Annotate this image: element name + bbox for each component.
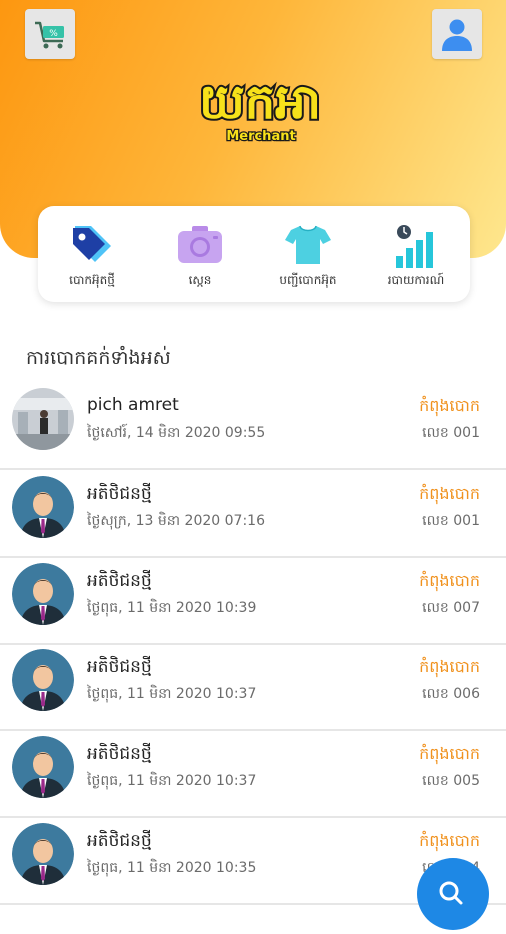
status-label: កំពុងបោក bbox=[419, 657, 480, 676]
customer-name: អតិថិជនថ្មី bbox=[87, 744, 152, 764]
avatar-default bbox=[12, 823, 74, 885]
status-label: កំពុងបោក bbox=[419, 396, 480, 415]
camera-icon bbox=[178, 226, 222, 263]
list-item[interactable]: អតិថិជនថ្មី ថ្ងៃពុធ, 11 មិនា 2020 10:39 … bbox=[0, 557, 506, 645]
logo-subtitle: Merchant bbox=[226, 129, 295, 144]
customer-name: អតិថិជនថ្មី bbox=[87, 657, 152, 677]
tag-icon bbox=[73, 226, 111, 262]
menu-label-report: របាយការណ៍ bbox=[387, 273, 445, 287]
logo: យកអា Merchant bbox=[180, 68, 340, 148]
order-date: ថ្ងៃពុធ, 11 មិនា 2020 10:37 bbox=[87, 686, 257, 702]
shirt-icon bbox=[285, 225, 331, 264]
order-date: ថ្ងៃពុធ, 11 មិនា 2020 10:37 bbox=[87, 773, 257, 789]
menu-scan[interactable]: ស្កេន bbox=[146, 206, 254, 302]
menu-label-scan: ស្កេន bbox=[188, 273, 212, 287]
menu-label-wash-list: បញ្ជីបោកអ៊ុត bbox=[279, 273, 337, 287]
user-icon bbox=[442, 19, 472, 51]
status-label: កំពុងបោក bbox=[419, 831, 480, 850]
shopping-cart-icon: % bbox=[35, 21, 64, 49]
order-number: លេខ 005 bbox=[422, 773, 480, 789]
avatar-default bbox=[12, 563, 74, 625]
quick-menu: បោកអ៊ុតថ្មី ស្កេន បញ្ជីបោកអ៊ុត របាយការណ៍ bbox=[38, 206, 470, 302]
list-item[interactable]: pich amret ថ្ងៃសៅរ៍, 14 មិនា 2020 09:55 … bbox=[0, 382, 506, 470]
menu-wash-list[interactable]: បញ្ជីបោកអ៊ុត bbox=[254, 206, 362, 302]
menu-report[interactable]: របាយការណ៍ bbox=[362, 206, 470, 302]
customer-name: អតិថិជនថ្មី bbox=[87, 484, 152, 504]
order-number: លេខ 006 bbox=[422, 686, 480, 702]
order-date: ថ្ងៃពុធ, 11 មិនា 2020 10:39 bbox=[87, 600, 257, 616]
status-label: កំពុងបោក bbox=[419, 484, 480, 503]
customer-name: pich amret bbox=[87, 395, 179, 415]
status-label: កំពុងបោក bbox=[419, 744, 480, 763]
search-fab[interactable] bbox=[417, 858, 489, 930]
order-date: ថ្ងៃសៅរ៍, 14 មិនា 2020 09:55 bbox=[87, 425, 266, 441]
profile-button[interactable] bbox=[432, 9, 482, 59]
order-date: ថ្ងៃពុធ, 11 មិនា 2020 10:35 bbox=[87, 860, 257, 876]
order-date: ថ្ងៃសុក្រ, 13 មិនា 2020 07:16 bbox=[87, 513, 265, 529]
order-number: លេខ 001 bbox=[422, 425, 480, 441]
customer-name: អតិថិជនថ្មី bbox=[87, 571, 152, 591]
cart-button[interactable]: % bbox=[25, 9, 75, 59]
avatar-default bbox=[12, 649, 74, 711]
customer-name: អតិថិជនថ្មី bbox=[87, 831, 152, 851]
status-label: កំពុងបោក bbox=[419, 571, 480, 590]
order-number: លេខ 001 bbox=[422, 513, 480, 529]
menu-label-new-wash: បោកអ៊ុតថ្មី bbox=[69, 273, 115, 287]
logo-text: យកអា bbox=[199, 74, 321, 130]
avatar-photo bbox=[12, 388, 74, 450]
section-title: ការបោកគក់ទាំងអស់ bbox=[26, 347, 171, 369]
list-item[interactable]: អតិថិជនថ្មី ថ្ងៃពុធ, 11 មិនា 2020 10:37 … bbox=[0, 643, 506, 731]
avatar-default bbox=[12, 736, 74, 798]
order-number: លេខ 007 bbox=[422, 600, 480, 616]
list-item[interactable]: អតិថិជនថ្មី ថ្ងៃពុធ, 11 មិនា 2020 10:37 … bbox=[0, 730, 506, 818]
menu-new-wash[interactable]: បោកអ៊ុតថ្មី bbox=[38, 206, 146, 302]
search-icon bbox=[439, 881, 463, 905]
list-item[interactable]: អតិថិជនថ្មី ថ្ងៃសុក្រ, 13 មិនា 2020 07:1… bbox=[0, 470, 506, 558]
svg-text:%: % bbox=[49, 29, 58, 39]
avatar-default bbox=[12, 476, 74, 538]
chart-icon bbox=[396, 225, 433, 268]
